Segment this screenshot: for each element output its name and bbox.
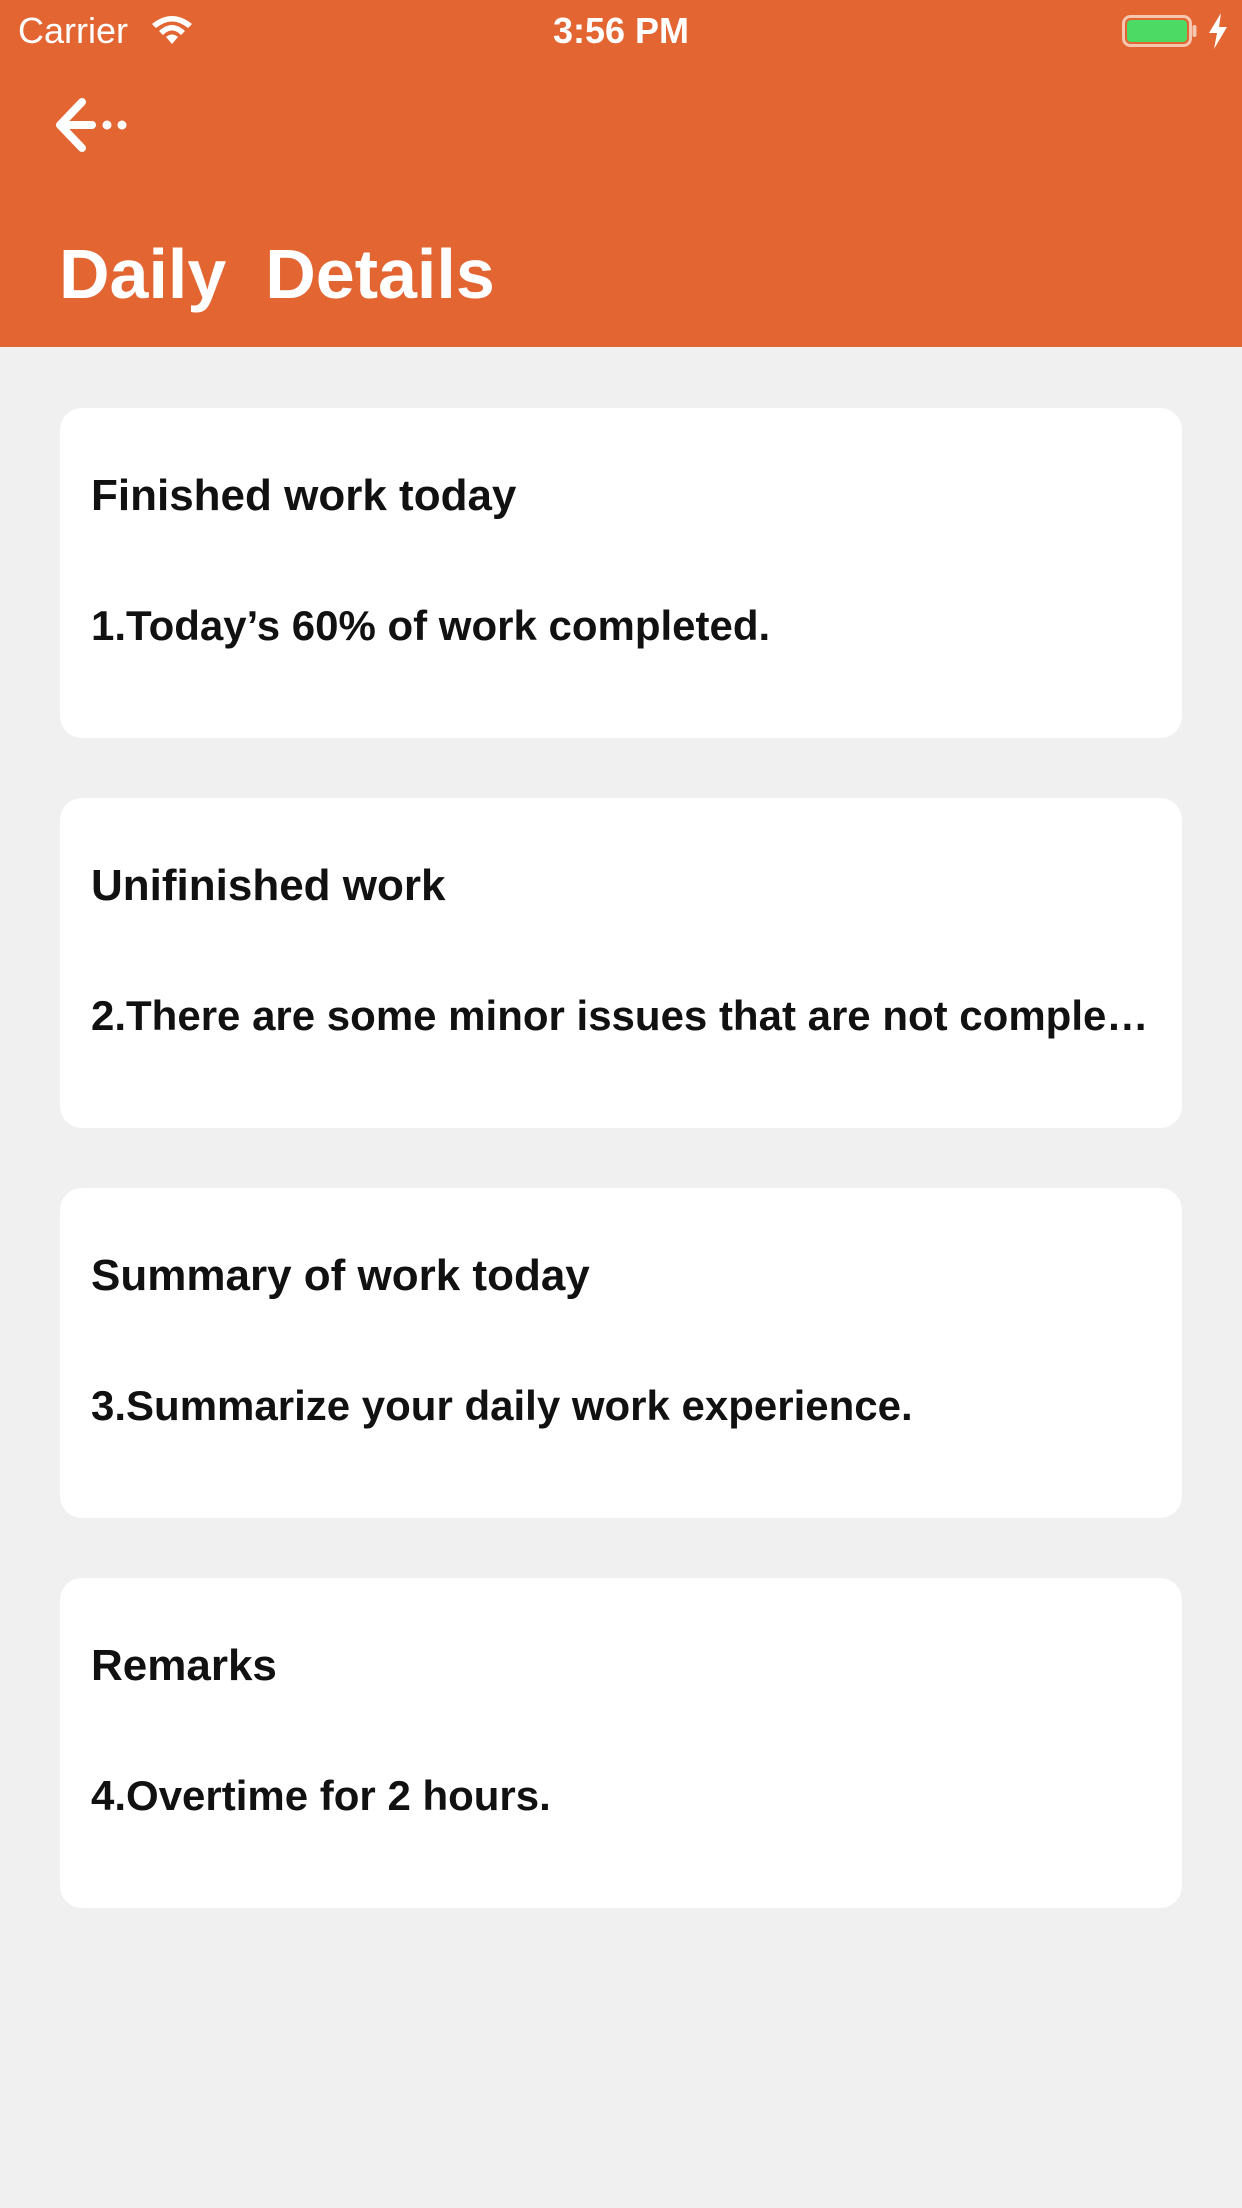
back-arrow-icon	[56, 98, 127, 152]
charging-bolt-icon	[1209, 13, 1227, 49]
card-title: Remarks	[91, 1641, 277, 1690]
card-title: Unifinished work	[91, 861, 446, 910]
card-text: 3.Summarize your daily work experience.	[91, 1382, 913, 1429]
details-list: Finished work today 1.Today’s 60% of wor…	[60, 408, 1182, 1968]
card-text: 1.Today’s 60% of work completed.	[91, 602, 771, 649]
status-time: 3:56 PM	[552, 10, 690, 51]
card-unfinished-work: Unifinished work 2.There are some minor …	[60, 798, 1182, 1128]
card-remarks: Remarks 4.Overtime for 2 hours.	[60, 1578, 1182, 1908]
card-finished-work: Finished work today 1.Today’s 60% of wor…	[60, 408, 1182, 738]
status-bar: Carrier 3:56 PM	[0, 0, 1242, 62]
back-button[interactable]	[52, 92, 142, 162]
card-text: 4.Overtime for 2 hours.	[91, 1772, 551, 1819]
header-bar: Carrier 3:56 PM Daily Details	[0, 0, 1242, 347]
card-text: 2.There are some minor issues that are n…	[91, 992, 1151, 1039]
page-title: Daily Details	[59, 235, 495, 313]
card-title: Summary of work today	[91, 1251, 590, 1300]
card-work-summary: Summary of work today 3.Summarize your d…	[60, 1188, 1182, 1518]
card-title: Finished work today	[91, 471, 517, 520]
battery-icon	[1122, 15, 1197, 47]
